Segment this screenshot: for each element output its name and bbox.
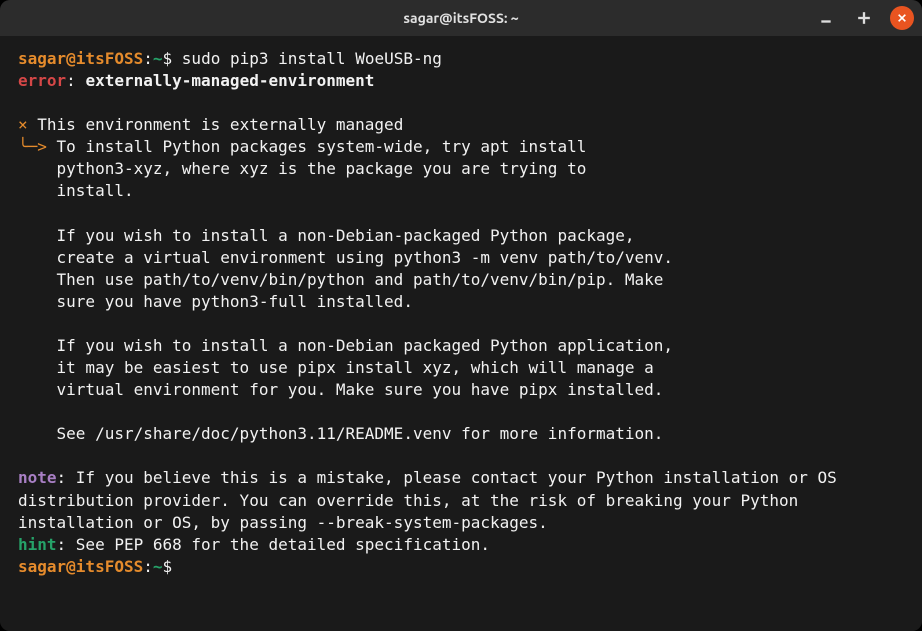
terminal-content[interactable]: sagar@itsFOSS:~$ sudo pip3 install WoeUS… bbox=[0, 36, 922, 631]
prompt-dollar: $ bbox=[163, 49, 173, 68]
hint-label: hint bbox=[18, 535, 57, 554]
pad bbox=[18, 292, 57, 311]
env-header: This environment is externally managed bbox=[28, 115, 404, 134]
block-line: sure you have python3-full installed. bbox=[57, 292, 413, 311]
prompt-userhost: sagar@itsFOSS bbox=[18, 49, 143, 68]
prompt-path: ~ bbox=[153, 49, 163, 68]
error-message: externally-managed-environment bbox=[85, 71, 374, 90]
block-line: To install Python packages system-wide, … bbox=[47, 137, 586, 156]
prompt-sep: : bbox=[143, 49, 153, 68]
hint-text: : See PEP 668 for the detailed specifica… bbox=[57, 535, 490, 554]
pad bbox=[18, 402, 57, 421]
command: sudo pip3 install WoeUSB-ng bbox=[182, 49, 442, 68]
terminal-window: sagar@itsFOSS: ~ sagar@itsFOSS:~$ sudo p… bbox=[0, 0, 922, 631]
cursor bbox=[172, 557, 182, 576]
prompt-path: ~ bbox=[153, 557, 163, 576]
prompt-dollar: $ bbox=[163, 557, 173, 576]
titlebar: sagar@itsFOSS: ~ bbox=[0, 0, 922, 36]
pad bbox=[18, 226, 57, 245]
block-line: See /usr/share/doc/python3.11/README.ven… bbox=[57, 424, 664, 443]
block-line: python3-xyz, where xyz is the package yo… bbox=[57, 159, 587, 178]
error-label: error bbox=[18, 71, 66, 90]
pad bbox=[18, 336, 57, 355]
minimize-button[interactable] bbox=[814, 6, 838, 30]
maximize-button[interactable] bbox=[852, 6, 876, 30]
pad bbox=[18, 314, 57, 333]
pad bbox=[18, 424, 57, 443]
arrow-icon: ╰─> bbox=[18, 137, 47, 156]
pad bbox=[18, 181, 57, 200]
note-label: note bbox=[18, 468, 57, 487]
cross-icon: × bbox=[18, 115, 28, 134]
block-line: install. bbox=[57, 181, 134, 200]
block-line: If you wish to install a non-Debian pack… bbox=[57, 336, 674, 355]
close-button[interactable] bbox=[890, 6, 914, 30]
prompt-sep: : bbox=[143, 557, 153, 576]
window-controls bbox=[814, 0, 914, 36]
block-line: virtual environment for you. Make sure y… bbox=[57, 380, 664, 399]
window-title: sagar@itsFOSS: ~ bbox=[403, 10, 518, 26]
block-line: create a virtual environment using pytho… bbox=[57, 248, 674, 267]
prompt-userhost: sagar@itsFOSS bbox=[18, 557, 143, 576]
pad bbox=[18, 248, 57, 267]
pad bbox=[18, 159, 57, 178]
pad bbox=[18, 380, 57, 399]
pad bbox=[18, 204, 57, 223]
block-line: If you wish to install a non-Debian-pack… bbox=[57, 226, 635, 245]
note-text: : If you believe this is a mistake, plea… bbox=[18, 468, 846, 531]
command-text bbox=[172, 49, 182, 68]
block-line: Then use path/to/venv/bin/python and pat… bbox=[57, 270, 664, 289]
error-sep: : bbox=[66, 71, 85, 90]
pad bbox=[18, 270, 57, 289]
pad bbox=[18, 358, 57, 377]
block-line: it may be easiest to use pipx install xy… bbox=[57, 358, 654, 377]
